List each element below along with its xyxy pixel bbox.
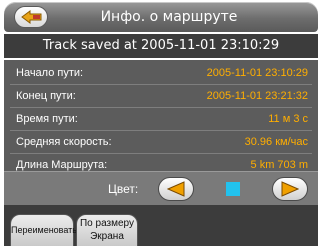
info-row-start: Начало пути: 2005-11-01 23:10:29 — [10, 62, 312, 85]
fit-to-screen-button[interactable]: По размеру Экрана — [76, 214, 138, 246]
bottom-tab-bar: Переименовать По размеру Экрана — [4, 205, 318, 246]
color-prev-button[interactable] — [158, 177, 194, 201]
color-swatch — [226, 182, 240, 196]
rename-button[interactable]: Переименовать — [10, 214, 77, 246]
color-label: Цвет: — [108, 182, 139, 196]
fit-label-line1: По размеру — [79, 218, 134, 229]
color-next-button[interactable] — [272, 177, 308, 201]
info-value: 2005-11-01 23:10:29 — [206, 67, 308, 79]
info-value: 2005-11-01 23:21:32 — [206, 90, 308, 102]
back-arrow-icon — [21, 10, 42, 24]
info-row-duration: Время пути: 11 м 3 с — [10, 108, 312, 131]
info-row-end: Конец пути: 2005-11-01 23:21:32 — [10, 85, 312, 108]
info-label: Начало пути: — [16, 67, 84, 79]
info-label: Время пути: — [16, 113, 78, 125]
info-value: 30.96 км/час — [244, 136, 308, 148]
back-button[interactable] — [14, 6, 48, 28]
arrow-left-icon — [167, 181, 185, 197]
page-title: Инфо. о маршруте — [100, 9, 238, 25]
save-status-text: Track saved at 2005-11-01 23:10:29 — [4, 34, 318, 58]
color-selector: Цвет: — [4, 171, 318, 206]
route-info-screen: Инфо. о маршруте Track saved at 2005-11-… — [0, 0, 322, 246]
fit-label-line2: Экрана — [90, 231, 124, 242]
info-value: 11 м 3 с — [268, 113, 308, 125]
title-bar: Инфо. о маршруте — [4, 2, 318, 32]
info-label: Средняя скорость: — [16, 136, 112, 148]
info-label: Конец пути: — [16, 90, 76, 102]
info-row-avg-speed: Средняя скорость: 30.96 км/час — [10, 131, 312, 154]
arrow-right-icon — [281, 181, 299, 197]
